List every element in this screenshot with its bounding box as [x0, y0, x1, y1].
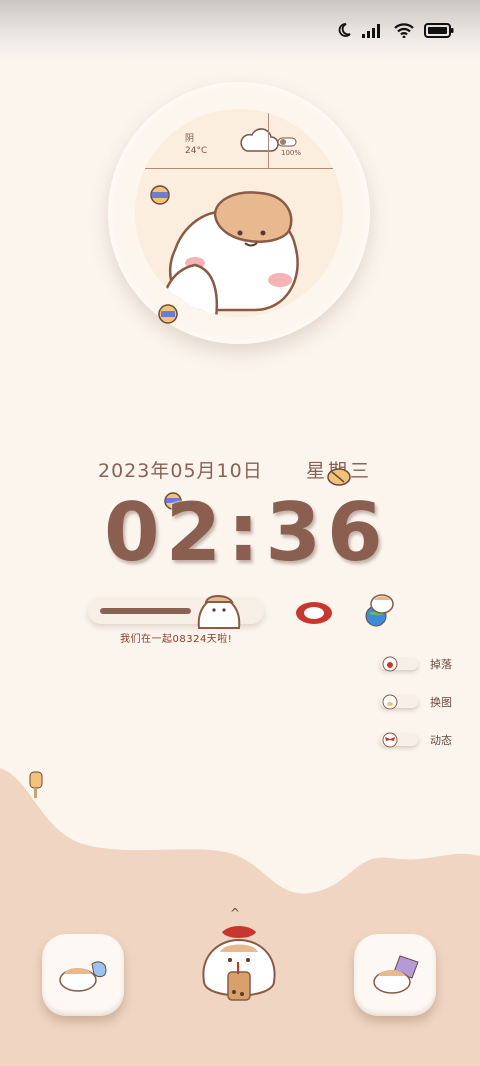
hamster-boba-icon[interactable] — [196, 922, 282, 1022]
side-item-change-image[interactable]: 换图 — [380, 694, 456, 710]
side-item-dynamic[interactable]: 动态 — [380, 732, 456, 748]
side-item-drop[interactable]: 掉落 — [380, 656, 456, 672]
battery-percent: 100% — [281, 149, 302, 157]
weather-condition: 阴 — [185, 134, 195, 144]
status-bar — [0, 0, 480, 60]
progress-fill — [100, 608, 191, 614]
hamster-bow-icon — [381, 731, 399, 749]
weather-temperature: 24°C — [185, 146, 208, 156]
battery-icon — [424, 22, 454, 42]
swipe-up-indicator[interactable]: ^ — [230, 906, 240, 920]
clock-time: 02:36 — [104, 486, 389, 579]
side-item-label: 掉落 — [430, 658, 452, 671]
divider — [135, 168, 343, 169]
side-item-label: 动态 — [430, 734, 452, 747]
signal-icon — [362, 23, 384, 42]
sticker-hamster-icon — [148, 184, 172, 210]
hamster-bee-icon — [381, 693, 399, 711]
photo-ring-widget[interactable]: 阴 24°C 100% — [108, 82, 370, 344]
dock-left-button[interactable] — [42, 934, 124, 1016]
dock-right-button[interactable] — [354, 934, 436, 1016]
side-item-label: 换图 — [430, 696, 452, 709]
cloud-icon — [239, 127, 279, 157]
hamster-red-blob-icon[interactable] — [294, 600, 334, 630]
wifi-icon — [394, 22, 414, 42]
hamster-globe-icon[interactable] — [360, 592, 396, 632]
together-days-text: 我们在一起08324天啦! — [120, 634, 233, 645]
battery-widget: 100% — [277, 137, 301, 157]
hamster-hug-illustration — [155, 175, 325, 317]
moon-icon — [336, 22, 352, 42]
weather-widget[interactable]: 阴 24°C 100% — [135, 109, 343, 169]
hamster-progress-icon — [194, 588, 244, 636]
hamster-lying-icon — [56, 954, 112, 998]
date-label: 2023年05月10日 — [98, 460, 263, 482]
sticker-hamster-icon — [156, 302, 180, 330]
popsicle-sticker-icon — [26, 770, 46, 804]
divider — [268, 109, 269, 169]
photo-frame: 阴 24°C 100% — [135, 109, 343, 317]
hamster-red-icon — [381, 655, 399, 673]
hamster-envelope-icon — [370, 952, 422, 1000]
